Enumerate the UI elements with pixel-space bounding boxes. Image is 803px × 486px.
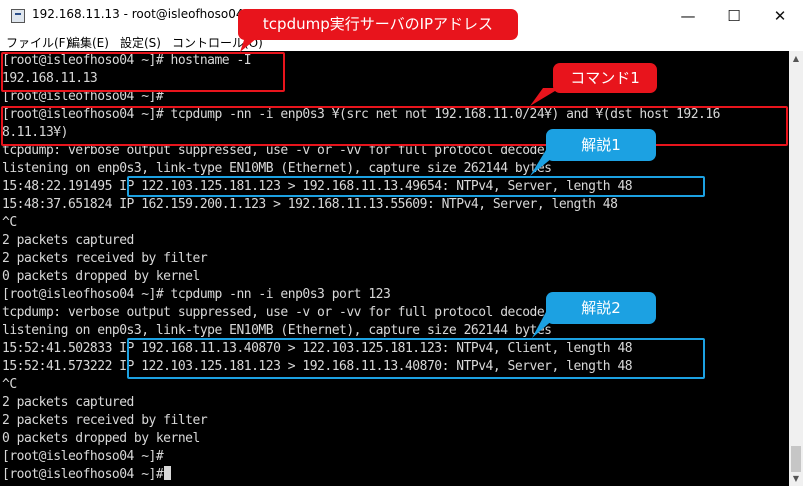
- ip-address-callout: tcpdump実行サーバのIPアドレス: [238, 9, 518, 40]
- explanation2-callout: 解説2: [546, 292, 656, 324]
- command1-callout: コマンド1: [553, 63, 657, 93]
- explanation1-callout: 解説1: [546, 129, 656, 161]
- callout-pointers: [240, 34, 562, 338]
